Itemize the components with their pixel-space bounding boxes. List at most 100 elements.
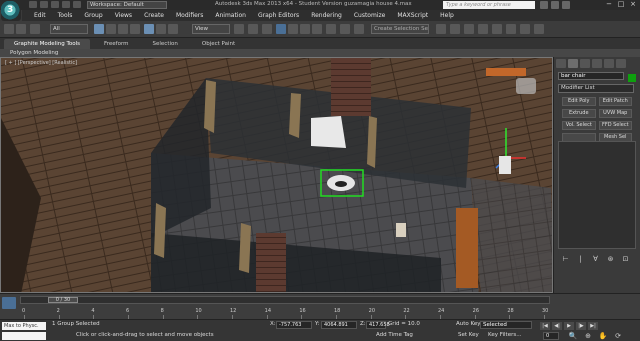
move-icon[interactable] — [144, 24, 154, 34]
create-tab-icon[interactable] — [556, 59, 566, 68]
star-icon[interactable] — [551, 1, 559, 9]
uvw-map-button[interactable]: UVW Map — [598, 109, 632, 118]
x-coordinate-field[interactable]: -757.763 — [276, 321, 312, 329]
menu-tools[interactable]: Tools — [58, 12, 73, 19]
app-logo-icon[interactable]: 3 — [1, 1, 21, 21]
tab-graphite-modeling-tools[interactable]: Graphite Modeling Tools — [4, 39, 91, 49]
help-icon[interactable] — [562, 1, 570, 9]
reference-coord-dropdown[interactable]: View — [192, 24, 230, 34]
goto-end-icon[interactable]: ▶| — [588, 322, 598, 330]
pin-stack-icon[interactable]: ⊢ — [560, 255, 571, 264]
new-file-icon[interactable] — [29, 1, 37, 8]
menu-create[interactable]: Create — [144, 12, 164, 19]
vol-select-button[interactable]: Vol. Select — [562, 121, 596, 130]
scale-icon[interactable] — [168, 24, 178, 34]
tab-selection[interactable]: Selection — [143, 39, 188, 49]
link-icon[interactable] — [30, 24, 40, 34]
save-file-icon[interactable] — [51, 1, 59, 8]
create-selection-set-dropdown[interactable]: Create Selection Se — [371, 24, 429, 34]
rendered-frame-icon[interactable] — [520, 24, 530, 34]
menu-animation[interactable]: Animation — [215, 12, 246, 19]
z-coordinate-field[interactable]: 417.658 — [366, 321, 390, 329]
graphite-toggle-icon[interactable] — [450, 24, 460, 34]
spinner-snap-icon[interactable] — [312, 24, 322, 34]
rect-selection-icon[interactable] — [118, 24, 128, 34]
remove-modifier-icon[interactable]: ⊛ — [605, 255, 616, 264]
render-setup-icon[interactable] — [506, 24, 516, 34]
perspective-viewport[interactable]: [ + ] [Perspective] [Realistic] — [0, 57, 553, 293]
zoom-icon[interactable]: 🔍 — [568, 332, 578, 340]
display-tab-icon[interactable] — [604, 59, 614, 68]
maxscript-output[interactable] — [2, 332, 46, 340]
maximize-button[interactable]: □ — [616, 0, 626, 9]
layer-manager-icon[interactable] — [436, 24, 446, 34]
menu-rendering[interactable]: Rendering — [311, 12, 342, 19]
menu-graph-editors[interactable]: Graph Editors — [258, 12, 299, 19]
maxscript-listener[interactable]: Max to Physc. — [2, 322, 46, 330]
redo-icon[interactable] — [73, 1, 81, 8]
selection-filter-dropdown[interactable]: All — [50, 24, 88, 34]
time-slider-thumb[interactable]: 0 / 30 — [48, 297, 78, 303]
polygon-modeling-label[interactable]: Polygon Modeling — [10, 49, 58, 57]
percent-snap-icon[interactable] — [300, 24, 310, 34]
key-filters-button[interactable]: Key Filters... — [488, 332, 521, 338]
undo-icon[interactable] — [62, 1, 70, 8]
auto-key-button[interactable]: Auto Key — [456, 321, 481, 327]
render-icon[interactable] — [534, 24, 544, 34]
current-frame-field[interactable]: 0 — [543, 332, 559, 340]
viewport-label[interactable]: [ + ] [Perspective] [Realistic] — [5, 60, 77, 66]
modifier-list-dropdown[interactable]: Modifier List — [558, 84, 634, 93]
schematic-view-icon[interactable] — [478, 24, 488, 34]
rotate-icon[interactable] — [156, 24, 166, 34]
mini-curve-editor-icon[interactable] — [2, 297, 16, 309]
play-icon[interactable]: ▶ — [564, 322, 574, 330]
pan-icon[interactable]: ✋ — [598, 332, 608, 340]
menu-help[interactable]: Help — [440, 12, 454, 19]
open-file-icon[interactable] — [40, 1, 48, 8]
show-end-result-icon[interactable]: | — [575, 255, 586, 264]
binoculars-icon[interactable] — [540, 1, 548, 9]
select-manipulate-icon[interactable] — [248, 24, 258, 34]
edit-patch-button[interactable]: Edit Patch — [598, 97, 632, 106]
undo-button[interactable] — [4, 24, 14, 34]
make-unique-icon[interactable]: ∀ — [590, 255, 601, 264]
curve-editor-icon[interactable] — [464, 24, 474, 34]
close-button[interactable]: × — [628, 0, 638, 9]
keyboard-shortcut-icon[interactable] — [262, 24, 272, 34]
viewcube-icon[interactable] — [516, 78, 536, 94]
pivot-icon[interactable] — [234, 24, 244, 34]
align-icon[interactable] — [354, 24, 364, 34]
select-object-icon[interactable] — [94, 24, 104, 34]
minimize-button[interactable]: − — [604, 0, 614, 9]
menu-modifiers[interactable]: Modifiers — [176, 12, 203, 19]
ffd-select-button[interactable]: FFD Select — [598, 121, 632, 130]
tab-object-paint[interactable]: Object Paint — [192, 39, 245, 49]
tab-freeform[interactable]: Freeform — [94, 39, 139, 49]
modify-tab-icon[interactable] — [568, 59, 578, 68]
snap-toggle-icon[interactable] — [276, 24, 286, 34]
angle-snap-icon[interactable] — [288, 24, 298, 34]
material-editor-icon[interactable] — [492, 24, 502, 34]
orbit-icon[interactable]: ⟳ — [613, 332, 623, 340]
menu-maxscript[interactable]: MAXScript — [397, 12, 428, 19]
time-slider[interactable]: 0 / 30 — [20, 296, 550, 304]
menu-views[interactable]: Views — [115, 12, 132, 19]
configure-sets-icon[interactable]: ⊡ — [620, 255, 631, 264]
select-by-name-icon[interactable] — [106, 24, 116, 34]
object-name-field[interactable]: bar chair — [558, 72, 624, 80]
y-coordinate-field[interactable]: 4064.891 — [321, 321, 357, 329]
menu-group[interactable]: Group — [84, 12, 102, 19]
edit-poly-button[interactable]: Edit Poly — [562, 97, 596, 106]
goto-start-icon[interactable]: |◀ — [540, 322, 550, 330]
redo-button[interactable] — [16, 24, 26, 34]
workspace-dropdown[interactable]: Workspace: Default — [87, 1, 167, 9]
utilities-tab-icon[interactable] — [616, 59, 626, 68]
hierarchy-tab-icon[interactable] — [580, 59, 590, 68]
edit-named-selection-icon[interactable] — [326, 24, 336, 34]
motion-tab-icon[interactable] — [592, 59, 602, 68]
window-crossing-icon[interactable] — [130, 24, 140, 34]
set-key-button[interactable]: Set Key — [458, 332, 479, 338]
menu-edit[interactable]: Edit — [34, 12, 46, 19]
modifier-stack-list[interactable] — [558, 141, 636, 249]
timeline-ruler[interactable]: 0 2 4 6 8 10 12 14 16 18 20 22 24 26 28 30 — [20, 306, 550, 319]
